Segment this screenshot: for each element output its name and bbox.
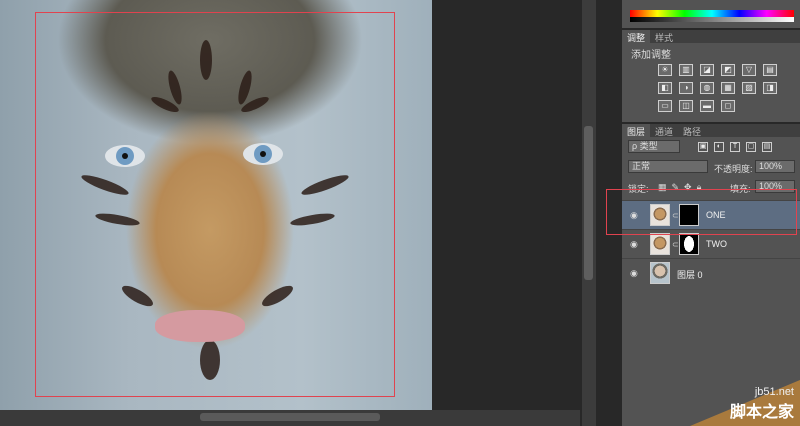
brightness-icon[interactable]: ☀ [658, 64, 672, 76]
filter-icons: ▣ ◐ T ▢ ▤ [698, 142, 772, 152]
opacity-field[interactable]: 100% [755, 160, 795, 173]
color-balance-icon[interactable]: ◧ [658, 82, 672, 94]
document-canvas[interactable] [0, 0, 580, 426]
horizontal-scroll-thumb[interactable] [200, 413, 380, 421]
tab-paths[interactable]: 路径 [678, 124, 706, 137]
tab-adjustments[interactable]: 调整 [622, 30, 651, 43]
opacity-label: 不透明度: [714, 164, 753, 174]
adjustments-title: 添加调整 [631, 50, 671, 61]
visibility-eye-icon[interactable]: ◉ [630, 239, 638, 250]
highlight-rectangle-canvas [35, 12, 395, 397]
vertical-scroll-thumb[interactable] [584, 126, 593, 280]
adjustments-panel: 调整 样式 添加调整 ☀ ▥ ◪ ◩ ▽ ▤ ◧ ◑ ◍ ▦ ▨ ◨ ▭ ◫ ▬ ◻ [622, 30, 800, 122]
vibrance-icon[interactable]: ▽ [742, 64, 756, 76]
curves-icon[interactable]: ◪ [700, 64, 714, 76]
pixel-filter-icon[interactable]: ▣ [698, 142, 708, 152]
visibility-eye-icon[interactable]: ◉ [630, 268, 638, 279]
color-panel [622, 0, 800, 28]
layer-name[interactable]: 图层 0 [677, 268, 703, 281]
layer-mask-thumbnail[interactable] [679, 233, 699, 255]
layer-name[interactable]: TWO [706, 239, 727, 249]
layer-filter-select[interactable]: ρ 类型 [628, 140, 680, 153]
layer-thumbnail [650, 233, 670, 255]
invert-icon[interactable]: ◨ [763, 82, 777, 94]
highlight-rectangle-layer [606, 189, 797, 235]
chain-link-icon[interactable]: ⊂ [672, 240, 679, 249]
selective-color-icon[interactable]: ◻ [721, 100, 735, 112]
watermark: jb51.net 脚本之家 [730, 386, 794, 422]
tab-channels[interactable]: 通道 [650, 124, 678, 137]
gradient-map-icon[interactable]: ▬ [700, 100, 714, 112]
blend-mode-select[interactable]: 正常 [628, 160, 708, 173]
posterize-icon[interactable]: ▭ [658, 100, 672, 112]
levels-icon[interactable]: ▥ [679, 64, 693, 76]
tab-styles[interactable]: 样式 [650, 30, 678, 43]
tab-layers[interactable]: 图层 [622, 124, 651, 137]
hue-icon[interactable]: ▤ [763, 64, 777, 76]
smart-object-filter-icon[interactable]: ▤ [762, 142, 772, 152]
layer-row-layer-0[interactable]: ◉ 图层 0 [622, 258, 800, 287]
channel-mixer-icon[interactable]: ▦ [721, 82, 735, 94]
lookup-icon[interactable]: ▨ [742, 82, 756, 94]
color-spectrum[interactable] [630, 10, 794, 22]
type-filter-icon[interactable]: T [730, 142, 740, 152]
exposure-icon[interactable]: ◩ [721, 64, 735, 76]
adjustment-filter-icon[interactable]: ◐ [714, 142, 724, 152]
watermark-name: 脚本之家 [729, 404, 794, 421]
watermark-site: jb51.net [754, 386, 794, 398]
shape-filter-icon[interactable]: ▢ [746, 142, 756, 152]
threshold-icon[interactable]: ◫ [679, 100, 693, 112]
layer-thumbnail [650, 262, 670, 284]
photo-filter-icon[interactable]: ◍ [700, 82, 714, 94]
bw-icon[interactable]: ◑ [679, 82, 693, 94]
adjustment-icons: ☀ ▥ ◪ ◩ ▽ ▤ ◧ ◑ ◍ ▦ ▨ ◨ ▭ ◫ ▬ ◻ [658, 64, 788, 112]
